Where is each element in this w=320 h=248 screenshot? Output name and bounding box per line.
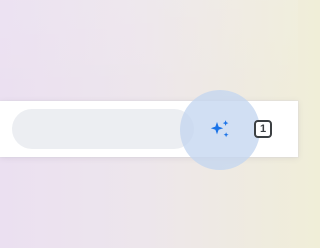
search-input[interactable]	[12, 109, 194, 149]
tab-switcher-button[interactable]: 1	[254, 120, 272, 138]
sparkle-icon	[210, 120, 229, 138]
tab-count: 1	[259, 122, 267, 135]
ai-assistant-button[interactable]	[180, 90, 260, 170]
page-background	[0, 0, 298, 100]
bottom-toolbar: 1	[0, 90, 298, 170]
